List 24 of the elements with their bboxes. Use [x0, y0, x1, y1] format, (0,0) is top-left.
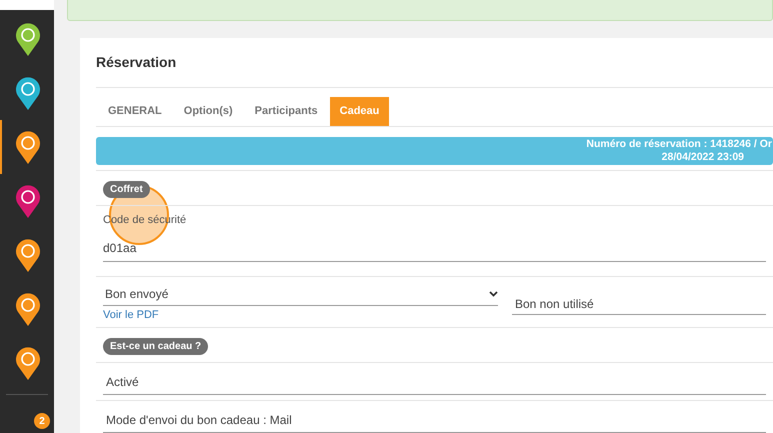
map-pin-icon[interactable] [15, 184, 41, 218]
map-pin-icon[interactable] [15, 22, 41, 56]
header-bar [0, 0, 54, 10]
map-pin-icon[interactable] [15, 238, 41, 272]
section-tag: Est-ce un cadeau ? [103, 338, 208, 355]
map-pin-icon[interactable] [15, 292, 41, 326]
booking-date: 28/04/2022 23:09 [662, 151, 745, 164]
map-pin-icon[interactable] [15, 130, 41, 164]
info-field[interactable]: Activé [103, 373, 766, 395]
pdf-link[interactable]: Voir le PDF [103, 306, 498, 323]
map-pin-icon[interactable] [15, 76, 41, 110]
booking-number: Numéro de réservation : 1418246 / Or [586, 138, 772, 151]
status-select[interactable]: Bon envoyé [103, 284, 498, 306]
info-field[interactable]: Mode d'envoi du bon cadeau : Mail [103, 411, 766, 433]
chevron-down-icon [489, 290, 498, 296]
usage-field[interactable]: Bon non utilisé [512, 294, 766, 314]
map-pin-icon[interactable] [15, 346, 41, 380]
notification-badge: 2 [34, 413, 50, 429]
tab[interactable]: GENERAL [98, 97, 172, 126]
tab[interactable]: Participants [244, 97, 328, 126]
card-title: Réservation [96, 38, 773, 88]
security-code-field[interactable]: d01aa [103, 238, 766, 262]
section-tag: Coffret [103, 181, 150, 198]
tab[interactable]: Option(s) [174, 97, 243, 126]
